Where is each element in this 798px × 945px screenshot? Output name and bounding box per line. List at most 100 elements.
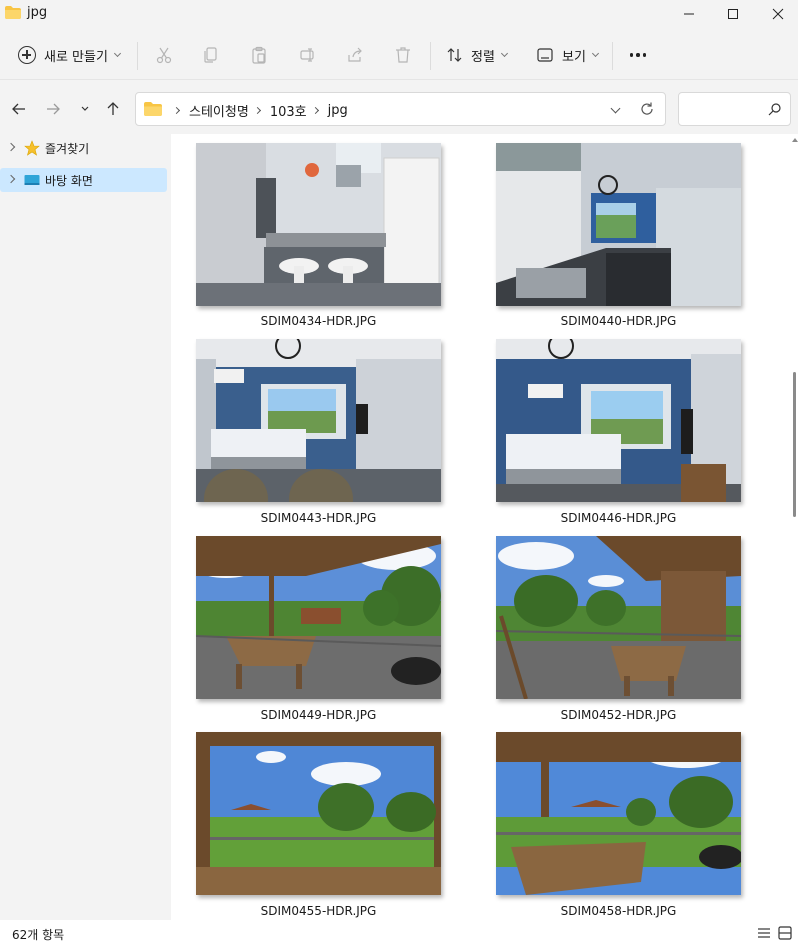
paste-button[interactable] [248,44,270,66]
address-bar[interactable]: 스테이청명 103호 jpg [135,92,666,126]
command-bar: 새로 만들기 정렬 보기 [0,30,798,80]
search-icon [768,103,781,116]
sort-icon [447,48,462,62]
chevron-down-icon [500,49,508,57]
maximize-icon [728,9,738,19]
close-button[interactable] [755,0,798,28]
folder-icon [144,102,162,116]
more-dot-icon [642,53,647,57]
file-name[interactable]: SDIM0452-HDR.JPG [496,708,741,722]
close-icon [772,8,784,20]
forward-button[interactable] [42,98,64,120]
folder-icon [5,6,21,19]
chevron-down-icon [81,106,89,111]
new-button-label: 새로 만들기 [44,49,108,65]
file-name[interactable]: SDIM0440-HDR.JPG [496,314,741,328]
thumbnail-kitchen-room[interactable] [496,143,741,306]
breadcrumb-separator-icon [172,106,181,115]
navigation-bar: 스테이청명 103호 jpg [0,82,798,134]
thumbnail-deck-view[interactable] [196,732,441,895]
scrollbar-thumb[interactable] [793,372,796,517]
address-dropdown-icon[interactable] [610,103,621,114]
thumbnail-deck-view[interactable] [496,732,741,895]
recent-locations-button[interactable] [74,98,96,120]
sidebar-item-label: 바탕 화면 [45,174,93,188]
rename-icon [300,48,314,62]
view-button[interactable]: 보기 [530,39,604,71]
star-icon [24,140,40,156]
photo-thumbnail [496,143,741,306]
thumbnail-bedroom[interactable] [496,339,741,502]
chevron-down-icon [113,49,121,57]
photo-thumbnail [496,732,741,895]
back-button[interactable] [8,98,30,120]
chevron-down-icon [591,49,599,57]
file-list: SDIM0434-HDR.JPG SDIM0440-HDR.JPG SDIM04… [171,134,798,920]
breadcrumb-separator-icon [311,106,319,115]
arrow-left-icon [12,103,25,115]
up-button[interactable] [102,98,124,120]
sidebar-item-desktop[interactable]: 바탕 화면 [0,168,167,192]
item-count: 62개 항목 [12,928,65,942]
more-dot-icon [629,53,634,57]
thumbnail-kitchen[interactable] [196,143,441,306]
copy-button[interactable] [200,44,222,66]
expand-chevron-icon[interactable] [6,174,16,184]
more-options-button[interactable] [622,44,654,66]
title-bar: jpg [0,0,798,28]
toolbar-divider [137,42,138,70]
photo-thumbnail [196,143,441,306]
arrow-right-icon [47,103,60,115]
file-name[interactable]: SDIM0443-HDR.JPG [196,511,441,525]
breadcrumb-separator-icon [253,106,261,115]
breadcrumb-item[interactable]: jpg [328,103,348,118]
breadcrumb-item[interactable]: 103호 [270,101,307,120]
search-input[interactable] [685,99,765,119]
cut-button[interactable] [153,44,175,66]
trash-icon [396,47,410,63]
photo-thumbnail [196,536,441,699]
clipboard-icon [252,46,266,64]
scroll-up-icon[interactable] [792,138,798,142]
photo-thumbnail [196,732,441,895]
sort-label: 정렬 [471,49,495,65]
view-icon [537,48,553,62]
more-dot-icon [636,53,640,57]
new-button[interactable]: 새로 만들기 [10,39,128,71]
sidebar-item-favorites[interactable]: 즐겨찾기 [0,136,167,160]
photo-thumbnail [496,339,741,502]
thumbnail-bedroom[interactable] [196,339,441,502]
minimize-icon [684,13,694,15]
file-name[interactable]: SDIM0458-HDR.JPG [496,904,741,918]
sort-button[interactable]: 정렬 [440,39,513,71]
thumbnail-deck[interactable] [496,536,741,699]
toolbar-divider [612,42,613,70]
share-icon [348,47,362,62]
file-name[interactable]: SDIM0449-HDR.JPG [196,708,441,722]
photo-thumbnail [196,339,441,502]
breadcrumb-item[interactable]: 스테이청명 [189,101,249,120]
search-box[interactable] [678,92,791,126]
scissors-icon [156,47,172,64]
view-label: 보기 [562,49,586,65]
details-view-icon[interactable] [757,926,771,940]
share-button[interactable] [344,44,366,66]
rename-button[interactable] [297,44,319,66]
file-name[interactable]: SDIM0446-HDR.JPG [496,511,741,525]
arrow-up-icon [107,102,119,115]
thumbnail-deck[interactable] [196,536,441,699]
file-explorer-window: jpg 새로 만들기 정렬 보기 스테이청명 103호 jpg 즐겨찾기 바탕 … [0,0,798,945]
vertical-scrollbar[interactable] [791,134,798,920]
file-name[interactable]: SDIM0455-HDR.JPG [196,904,441,918]
expand-chevron-icon[interactable] [6,142,16,152]
minimize-button[interactable] [666,0,712,28]
maximize-button[interactable] [710,0,756,28]
refresh-icon[interactable] [639,101,655,117]
delete-button[interactable] [392,44,414,66]
toolbar-divider [430,42,431,70]
file-name[interactable]: SDIM0434-HDR.JPG [196,314,441,328]
large-icons-view-icon[interactable] [778,926,792,940]
window-title: jpg [27,5,48,20]
plus-circle-icon [18,46,36,64]
breadcrumb: 스테이청명 103호 jpg [168,101,348,120]
